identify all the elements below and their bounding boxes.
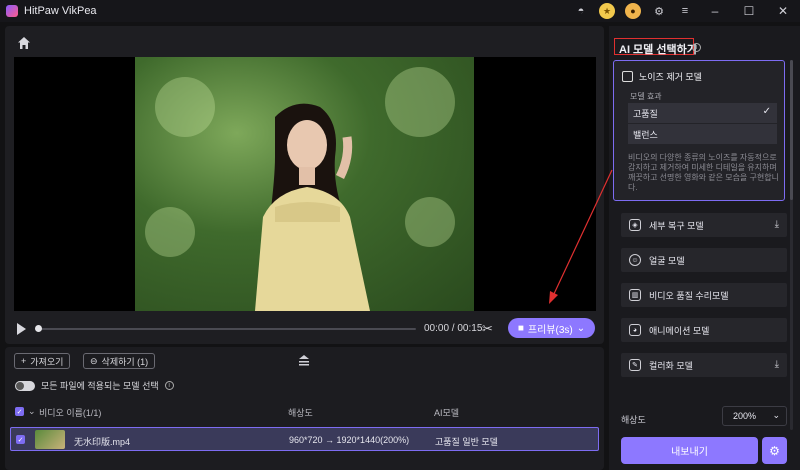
model-item-anime[interactable]: ◕ 애니메이션 모델 <box>621 318 787 342</box>
model-item-face[interactable]: ☺ 얼굴 모델 <box>621 248 787 272</box>
selected-model-card[interactable]: 노이즈 제거 모델 모델 효과 고품질 ✓ 밸런스 비디오의 다양한 종류의 노… <box>613 60 785 201</box>
coin-icon[interactable]: ★ <box>599 3 615 19</box>
face-icon: ☺ <box>629 254 641 266</box>
close-button[interactable]: ✕ <box>766 4 800 18</box>
apply-all-toggle[interactable] <box>15 380 35 391</box>
model-label: 얼굴 모델 <box>649 255 685 266</box>
expand-chevron-icon[interactable]: ⌄ <box>28 406 36 417</box>
table-header: ✓ ⌄ 비디오 이름(1/1) 해상도 AI모델 <box>10 403 599 421</box>
progress-track[interactable] <box>36 328 416 330</box>
column-resolution: 해상도 <box>288 408 313 418</box>
chevron-down-icon: ⌄ <box>576 322 586 334</box>
time-readout: 00:00 / 00:15 <box>424 323 483 334</box>
play-button[interactable] <box>17 323 26 335</box>
home-icon[interactable] <box>17 36 31 50</box>
selected-model-name: 노이즈 제거 모델 <box>639 72 702 82</box>
avatar-icon[interactable]: ● <box>625 3 641 19</box>
delete-label: 삭제하기 (1) <box>101 356 149 367</box>
video-frame-image <box>135 57 474 311</box>
person-figure <box>255 103 370 311</box>
video-viewport[interactable] <box>14 57 596 311</box>
scissors-icon[interactable]: ✂ <box>482 321 493 337</box>
export-label: 내보내기 <box>671 447 708 458</box>
table-row[interactable]: ✓ 无水印版.mp4 960*720 → 1920*1440(200%) 고품질… <box>10 427 599 451</box>
add-file-label: 가져오기 <box>30 356 64 367</box>
model-label: 비디오 품질 수리모델 <box>649 290 729 301</box>
export-button[interactable]: 내보내기 <box>621 437 758 464</box>
column-name: 비디오 이름(1/1) <box>39 408 102 418</box>
model-item-repair[interactable]: ▥ 비디오 품질 수리모델 <box>621 283 787 307</box>
option-label: 고품질 <box>633 108 658 119</box>
download-icon[interactable]: ⤓ <box>775 219 779 230</box>
title-bar: HitPaw VikPea ◓ ★ ● ⚙ ≡ – ☐ ✕ <box>0 0 800 22</box>
model-label: 컬러화 모델 <box>649 360 693 371</box>
row-checkbox[interactable]: ✓ <box>16 435 25 444</box>
video-thumbnail <box>35 430 65 449</box>
maximize-button[interactable]: ☐ <box>732 4 766 18</box>
noise-icon <box>622 71 633 82</box>
app-title: HitPaw VikPea <box>24 5 97 17</box>
delete-button[interactable]: ⊖ 삭제하기 (1) <box>83 353 156 369</box>
option-balance[interactable]: 밸런스 <box>628 124 777 144</box>
add-file-button[interactable]: + 가져오기 <box>14 353 71 369</box>
file-name: 无水印版.mp4 <box>74 437 131 447</box>
anime-icon: ◕ <box>629 324 641 336</box>
chevron-down-icon: ⌄ <box>772 410 780 420</box>
menu-icon[interactable]: ≡ <box>677 3 693 19</box>
file-resolution: 960*720 → 1920*1440(200%) <box>289 435 410 445</box>
preview-label: 프리뷰(3s) <box>527 324 573 336</box>
titlebar-icons: ◓ ★ ● ⚙ ≡ – ☐ ✕ <box>568 0 800 22</box>
select-all-checkbox[interactable]: ✓ <box>15 407 24 416</box>
collapse-icon[interactable] <box>297 354 311 366</box>
info-icon[interactable]: i <box>164 381 174 390</box>
camera-icon: ■ <box>517 322 524 334</box>
ai-model-panel: AI 모델 선택하기 i 노이즈 제거 모델 모델 효과 고품질 ✓ 밸런스 비… <box>609 26 800 470</box>
progress-thumb[interactable] <box>35 325 42 332</box>
apply-all-label: 모든 파일에 적용되는 모델 선택 <box>41 381 159 391</box>
player-controls: 00:00 / 00:15 ✂ ■ 프리뷰(3s) ⌄ <box>14 318 596 340</box>
file-model: 고품질 일반 모델 <box>435 437 498 447</box>
option-high-quality[interactable]: 고품질 ✓ <box>628 103 777 123</box>
column-model: AI모델 <box>434 408 460 418</box>
model-item-color[interactable]: ✎ 컬러화 모델 ⤓ <box>621 353 787 377</box>
settings-icon[interactable]: ⚙ <box>651 3 667 19</box>
effect-label: 모델 효과 <box>630 92 662 101</box>
ai-panel-title: AI 모델 선택하기 <box>619 44 697 56</box>
export-settings-button[interactable]: ⚙ <box>762 437 787 464</box>
model-item-detail[interactable]: ◈ 세부 복구 모델 ⤓ <box>621 213 787 237</box>
gear-icon: ⚙ <box>769 443 780 458</box>
option-label: 밸런스 <box>633 129 658 140</box>
check-icon: ✓ <box>762 106 771 117</box>
model-label: 세부 복구 모델 <box>649 220 704 231</box>
scrollbar-thumb[interactable] <box>790 60 793 200</box>
discord-icon[interactable]: ◓ <box>573 3 589 19</box>
resolution-value: 200% <box>733 411 757 421</box>
info-icon[interactable]: i <box>692 43 701 52</box>
apply-all-toggle-row: 모든 파일에 적용되는 모델 선택 i <box>15 379 174 392</box>
preview-button[interactable]: ■ 프리뷰(3s) ⌄ <box>508 318 595 338</box>
preview-panel: 00:00 / 00:15 ✂ ■ 프리뷰(3s) ⌄ <box>5 26 604 344</box>
repair-icon: ▥ <box>629 289 641 301</box>
app-logo-icon <box>6 5 18 17</box>
model-label: 애니메이션 모델 <box>649 325 710 336</box>
plus-icon: + <box>21 356 27 366</box>
download-icon[interactable]: ⤓ <box>775 359 779 370</box>
file-panel: + 가져오기 ⊖ 삭제하기 (1) 모든 파일에 적용되는 모델 선택 i ✓ … <box>5 347 604 470</box>
detail-icon: ◈ <box>629 219 641 231</box>
resolution-select[interactable]: 200% ⌄ <box>722 406 787 426</box>
color-icon: ✎ <box>629 359 641 371</box>
model-description: 비디오의 다양한 종류의 노이즈를 자동적으로 감지하고 제거하여 미세한 디테… <box>628 153 779 192</box>
card-title: 노이즈 제거 모델 <box>622 70 702 83</box>
resolution-label: 해상도 <box>621 415 646 425</box>
minimize-button[interactable]: – <box>698 4 732 18</box>
minus-circle-icon: ⊖ <box>90 355 98 366</box>
